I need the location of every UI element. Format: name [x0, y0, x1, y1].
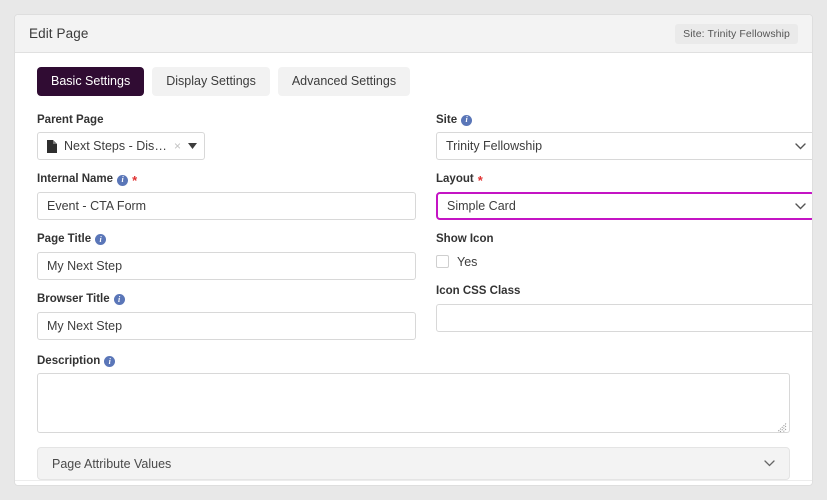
layout-select-wrap: Simple Card: [436, 192, 812, 221]
form-column-left: Parent Page Next Steps - Disci... × Inte…: [37, 114, 416, 353]
field-page-title: Page Title i: [37, 233, 416, 280]
page-attribute-values-title: Page Attribute Values: [52, 456, 172, 471]
icon-css-class-input[interactable]: [436, 303, 812, 332]
form-column-right: Site i Trinity Fellowship Layout * Simpl…: [436, 113, 812, 353]
show-icon-checkbox-label: Yes: [457, 254, 478, 269]
browser-title-label-row: Browser Title i: [37, 293, 416, 307]
chevron-down-icon[interactable]: [764, 460, 775, 467]
info-icon[interactable]: i: [117, 174, 129, 186]
page-title: Edit Page: [29, 26, 89, 41]
required-asterisk: *: [132, 172, 138, 188]
parent-page-token[interactable]: Next Steps - Disci... ×: [37, 132, 205, 161]
field-layout: Layout * Simple Card: [436, 172, 812, 221]
required-asterisk: *: [477, 172, 483, 188]
show-icon-label-row: Show Icon: [436, 233, 812, 247]
parent-page-token-text: Next Steps - Disci...: [64, 139, 167, 154]
info-icon[interactable]: i: [95, 234, 107, 246]
internal-name-label: Internal Name: [37, 173, 114, 186]
field-description: Description i: [37, 355, 790, 434]
field-parent-page: Parent Page Next Steps - Disci... ×: [37, 114, 416, 161]
icon-css-class-label: Icon CSS Class: [436, 284, 521, 297]
tab-display-settings[interactable]: Display Settings: [152, 67, 270, 96]
page-title-label: Page Title: [37, 233, 92, 246]
site-label-row: Site i: [436, 113, 812, 128]
card-body: Basic Settings Display Settings Advanced…: [15, 53, 812, 481]
page-attribute-values-panel[interactable]: Page Attribute Values: [37, 447, 790, 481]
page-title-input[interactable]: [37, 251, 416, 280]
description-label-row: Description i: [37, 355, 790, 369]
field-browser-title: Browser Title i: [37, 293, 416, 340]
page-background: Edit Page Site: Trinity Fellowship Basic…: [0, 0, 827, 500]
site-select[interactable]: Trinity Fellowship: [436, 132, 812, 161]
field-show-icon: Show Icon Yes: [436, 233, 812, 272]
icon-css-class-label-row: Icon CSS Class: [436, 284, 812, 299]
clear-icon[interactable]: ×: [174, 140, 181, 152]
browser-title-label: Browser Title: [37, 292, 110, 305]
browser-title-input[interactable]: [37, 311, 416, 340]
parent-page-label-row: Parent Page: [37, 114, 416, 128]
page-title-label-row: Page Title i: [37, 233, 416, 247]
field-icon-css-class: Icon CSS Class: [436, 284, 812, 332]
description-label: Description: [37, 354, 101, 367]
site-label: Site: [436, 113, 458, 126]
form-columns: Parent Page Next Steps - Disci... × Inte…: [37, 114, 812, 353]
card-header: Edit Page Site: Trinity Fellowship: [15, 15, 812, 53]
site-badge: Site: Trinity Fellowship: [675, 23, 798, 44]
layout-label: Layout: [436, 173, 474, 186]
site-select-wrap: Trinity Fellowship: [436, 132, 812, 161]
show-icon-label: Show Icon: [436, 233, 494, 246]
show-icon-checkbox[interactable]: [436, 255, 449, 269]
layout-select[interactable]: Simple Card: [436, 192, 812, 221]
description-textarea[interactable]: [37, 373, 790, 434]
show-icon-checkbox-row[interactable]: Yes: [436, 252, 812, 272]
tab-basic-settings[interactable]: Basic Settings: [37, 67, 145, 96]
internal-name-label-row: Internal Name i *: [37, 173, 416, 187]
edit-page-card: Edit Page Site: Trinity Fellowship Basic…: [14, 14, 813, 486]
chevron-down-icon[interactable]: [188, 143, 197, 150]
field-site: Site i Trinity Fellowship: [436, 113, 812, 161]
info-icon[interactable]: i: [461, 114, 473, 126]
card-footer: Save Cancel: [15, 480, 812, 485]
info-icon[interactable]: i: [104, 356, 116, 368]
document-icon: [47, 139, 57, 153]
parent-page-label: Parent Page: [37, 113, 104, 126]
settings-tabs: Basic Settings Display Settings Advanced…: [37, 67, 790, 96]
info-icon[interactable]: i: [113, 294, 125, 306]
description-wrap: [37, 373, 790, 434]
tab-advanced-settings[interactable]: Advanced Settings: [277, 67, 411, 96]
field-internal-name: Internal Name i *: [37, 173, 416, 221]
internal-name-input[interactable]: [37, 192, 416, 221]
layout-label-row: Layout *: [436, 172, 812, 188]
